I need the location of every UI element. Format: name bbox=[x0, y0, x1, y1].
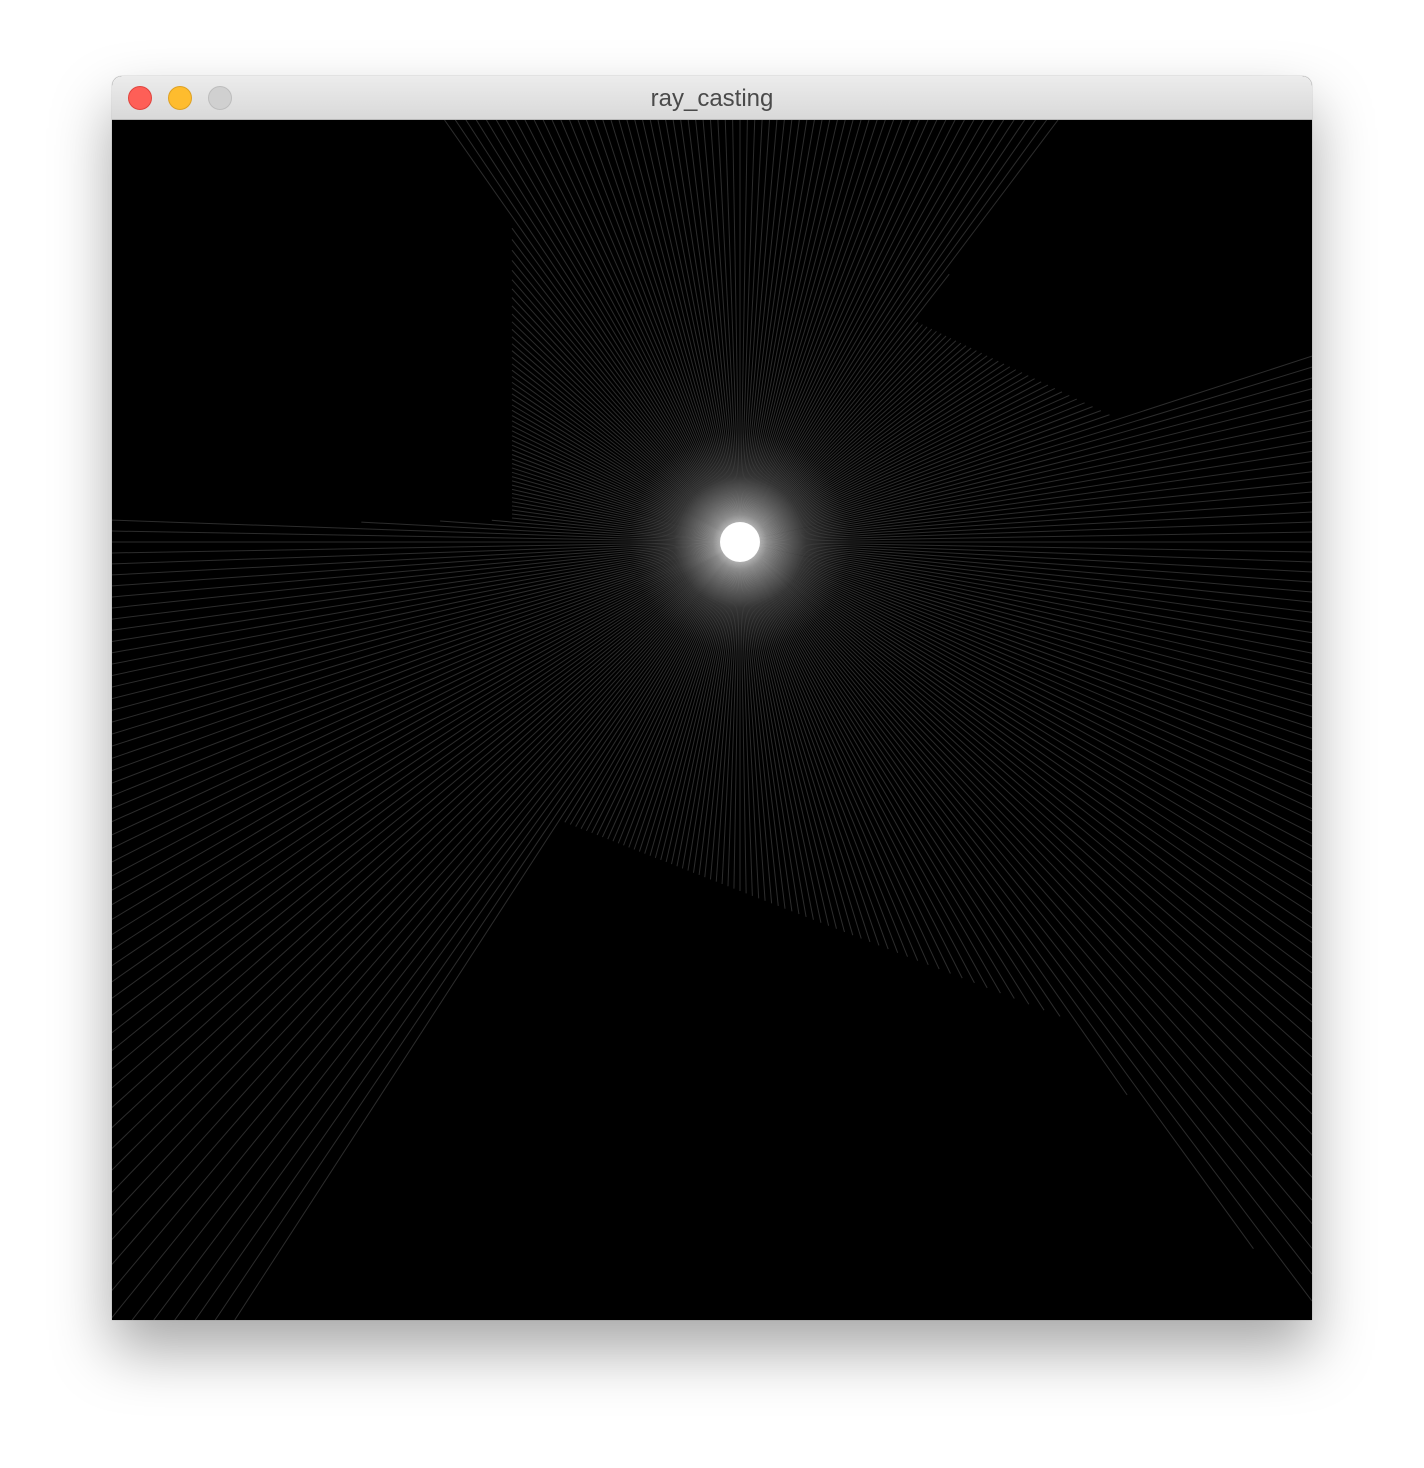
ray-line bbox=[112, 541, 741, 1240]
ray-line bbox=[739, 541, 1312, 1076]
title-bar[interactable]: ray_casting bbox=[112, 76, 1312, 120]
ray-line bbox=[112, 541, 741, 1128]
ray-line bbox=[739, 541, 1312, 1135]
ray-line bbox=[112, 541, 741, 935]
ray-line bbox=[112, 541, 741, 1149]
ray-line bbox=[739, 541, 1312, 1178]
ray-line bbox=[739, 541, 1312, 1156]
light-source[interactable] bbox=[720, 522, 760, 562]
window-title: ray_casting bbox=[650, 85, 774, 112]
ray-line bbox=[112, 541, 741, 1193]
ray-line bbox=[234, 541, 741, 1320]
rays-group bbox=[112, 120, 1312, 1320]
app-window: ray_casting bbox=[112, 76, 1312, 1320]
ray-casting-canvas[interactable] bbox=[112, 120, 1312, 1320]
ray-line bbox=[112, 541, 741, 1216]
ray-line bbox=[739, 541, 1312, 1095]
scene-svg bbox=[112, 120, 1312, 1320]
